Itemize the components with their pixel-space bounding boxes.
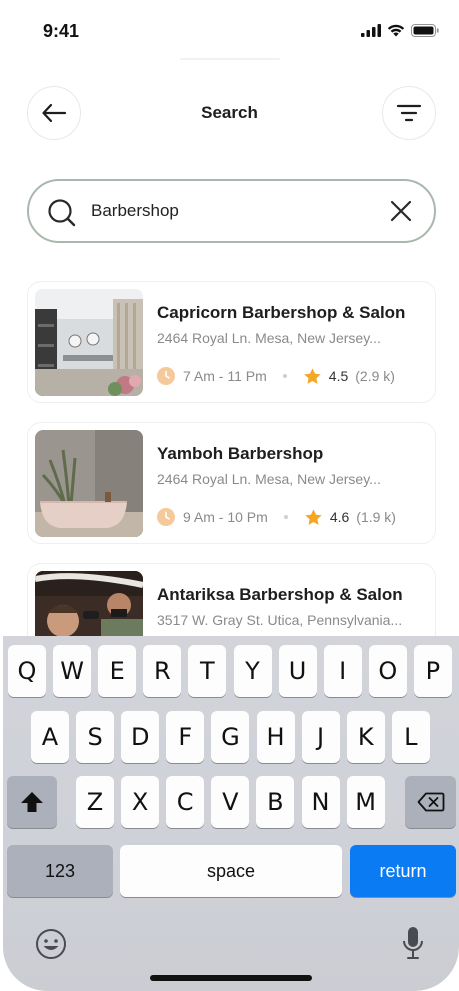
star-icon bbox=[304, 367, 321, 384]
key-q[interactable]: Q bbox=[8, 645, 46, 697]
search-screen: 9:41 Search Barbershop Capricorn Barbers… bbox=[0, 0, 459, 991]
search-bar[interactable] bbox=[27, 179, 436, 243]
key-c[interactable]: C bbox=[166, 776, 205, 828]
wifi-icon bbox=[387, 24, 405, 37]
key-g[interactable]: G bbox=[211, 711, 250, 763]
key-d[interactable]: D bbox=[121, 711, 160, 763]
battery-icon bbox=[411, 24, 439, 37]
key-l[interactable]: L bbox=[391, 711, 430, 763]
key-v[interactable]: V bbox=[211, 776, 250, 828]
shop-address: 2464 Royal Ln. Mesa, New Jersey... bbox=[157, 330, 381, 346]
close-icon[interactable] bbox=[390, 200, 412, 222]
clock-icon bbox=[157, 367, 175, 385]
search-icon bbox=[48, 199, 76, 227]
key-s[interactable]: S bbox=[76, 711, 115, 763]
backspace-icon bbox=[417, 792, 444, 812]
key-f[interactable]: F bbox=[166, 711, 205, 763]
shift-icon bbox=[21, 792, 43, 812]
rating-value: 4.6 bbox=[329, 509, 350, 525]
shop-name: Capricorn Barbershop & Salon bbox=[157, 303, 406, 322]
key-a[interactable]: A bbox=[31, 711, 69, 763]
opening-hours: 9 Am - 10 Pm bbox=[183, 509, 268, 525]
return-key[interactable]: return bbox=[350, 845, 456, 897]
status-time: 9:41 bbox=[43, 21, 80, 41]
key-j[interactable]: J bbox=[301, 711, 340, 763]
top-divider bbox=[180, 58, 280, 60]
key-y[interactable]: Y bbox=[233, 645, 272, 697]
result-card[interactable]: Capricorn Barbershop & Salon 2464 Royal … bbox=[27, 281, 436, 403]
shop-address: 3517 W. Gray St. Utica, Pennsylvania... bbox=[157, 612, 403, 628]
key-h[interactable]: H bbox=[256, 711, 295, 763]
key-m[interactable]: M bbox=[346, 776, 385, 828]
review-count: (2.9 k) bbox=[355, 368, 395, 384]
clock-icon bbox=[157, 508, 175, 526]
salon-photo bbox=[35, 430, 143, 537]
filter-icon bbox=[396, 104, 422, 122]
key-n[interactable]: N bbox=[301, 776, 340, 828]
emoji-icon[interactable] bbox=[35, 928, 67, 960]
shop-name: Antariksa Barbershop & Salon bbox=[157, 585, 403, 604]
result-card[interactable]: Yamboh Barbershop 2464 Royal Ln. Mesa, N… bbox=[27, 422, 436, 544]
opening-hours: 7 Am - 11 Pm bbox=[183, 368, 267, 384]
separator-dot bbox=[282, 374, 287, 378]
keyboard: QWERTYUIOP ASDFGHJKL ZXCVBNM 123 space r… bbox=[3, 636, 459, 991]
shop-address: 2464 Royal Ln. Mesa, New Jersey... bbox=[157, 471, 381, 487]
signal-icon bbox=[361, 24, 381, 37]
salon-photo bbox=[35, 289, 143, 396]
home-indicator bbox=[150, 975, 312, 981]
backspace-key[interactable] bbox=[405, 776, 456, 828]
status-icons bbox=[361, 24, 439, 37]
key-b[interactable]: B bbox=[256, 776, 295, 828]
key-o[interactable]: O bbox=[368, 645, 407, 697]
status-bar: 9:41 bbox=[0, 0, 459, 60]
numbers-key[interactable]: 123 bbox=[7, 845, 113, 897]
filter-button[interactable] bbox=[382, 86, 436, 140]
key-x[interactable]: X bbox=[121, 776, 160, 828]
key-p[interactable]: P bbox=[413, 645, 452, 697]
review-count: (1.9 k) bbox=[356, 509, 396, 525]
key-t[interactable]: T bbox=[188, 645, 227, 697]
search-input[interactable] bbox=[91, 181, 371, 241]
microphone-icon[interactable] bbox=[402, 926, 424, 960]
shop-name: Yamboh Barbershop bbox=[157, 444, 324, 463]
separator-dot bbox=[283, 515, 288, 519]
key-r[interactable]: R bbox=[143, 645, 182, 697]
shop-meta: 9 Am - 10 Pm 4.6 (1.9 k) bbox=[157, 507, 396, 527]
key-e[interactable]: E bbox=[98, 645, 137, 697]
rating-value: 4.5 bbox=[328, 368, 349, 384]
key-w[interactable]: W bbox=[53, 645, 92, 697]
key-i[interactable]: I bbox=[323, 645, 362, 697]
shift-key[interactable] bbox=[7, 776, 57, 828]
star-icon bbox=[305, 508, 322, 525]
shop-meta: 7 Am - 11 Pm 4.5 (2.9 k) bbox=[157, 366, 395, 386]
key-u[interactable]: U bbox=[278, 645, 317, 697]
key-z[interactable]: Z bbox=[76, 776, 114, 828]
space-key[interactable]: space bbox=[120, 845, 342, 897]
key-k[interactable]: K bbox=[346, 711, 385, 763]
